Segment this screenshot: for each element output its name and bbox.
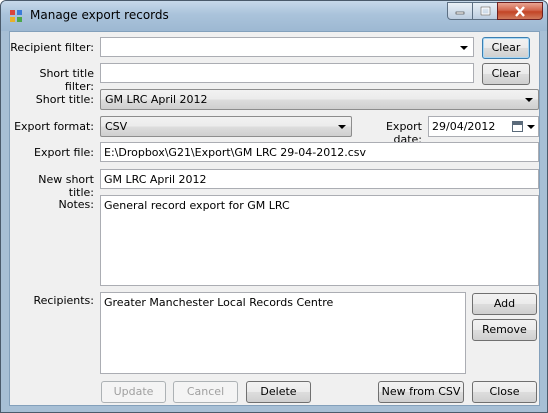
close-button[interactable]: Close [472,381,537,403]
minimize-icon [455,11,465,15]
chevron-down-icon [460,46,468,50]
export-date-value: 29/04/2012 [432,120,496,133]
manage-export-records-window: Manage export records Recipient filter: … [0,0,548,413]
short-title-filter-input[interactable] [100,63,474,83]
close-window-button[interactable] [497,2,543,20]
new-short-title-input[interactable]: GM LRC April 2012 [100,169,539,189]
recipient-filter-combo[interactable] [100,37,474,57]
delete-button[interactable]: Delete [246,381,311,403]
title-bar[interactable]: Manage export records [1,1,547,31]
calendar-icon[interactable] [512,121,523,132]
new-short-title-label: New short title: [38,173,94,199]
update-button[interactable]: Update [101,381,166,403]
form-body: Recipient filter: Clear Short title filt… [9,31,540,406]
recipient-filter-label: Recipient filter: [10,41,94,54]
export-date-picker[interactable]: 29/04/2012 [428,116,539,137]
export-file-input[interactable]: E:\Dropbox\G21\Export\GM LRC 29-04-2012.… [100,142,539,162]
short-title-filter-label: Short title filter: [39,67,94,93]
app-icon [10,10,22,22]
short-title-label: Short title: [35,93,94,106]
notes-textarea[interactable]: General record export for GM LRC [100,195,539,286]
maximize-button[interactable] [472,2,498,20]
short-title-value: GM LRC April 2012 [105,93,208,106]
notes-label: Notes: [58,198,94,211]
export-format-dropdown[interactable]: CSV [100,116,352,137]
add-recipient-button[interactable]: Add [472,293,537,315]
window-title: Manage export records [30,8,169,22]
minimize-button[interactable] [447,2,473,20]
notes-value: General record export for GM LRC [104,199,290,212]
recipients-list[interactable]: Greater Manchester Local Records Centre [100,292,466,374]
new-from-csv-button[interactable]: New from CSV [378,381,464,403]
close-icon [515,5,525,17]
export-file-label: Export file: [34,146,94,159]
maximize-icon [480,6,490,16]
chevron-down-icon[interactable] [527,125,535,129]
short-title-dropdown[interactable]: GM LRC April 2012 [100,89,539,110]
clear-short-title-filter-button[interactable]: Clear [482,63,530,85]
recipients-label: Recipients: [33,294,94,307]
clear-recipient-filter-button[interactable]: Clear [482,37,530,59]
chevron-down-icon [525,98,533,102]
cancel-button[interactable]: Cancel [173,381,238,403]
chevron-down-icon [338,125,346,129]
export-format-label: Export format: [14,120,94,133]
export-format-value: CSV [105,120,128,133]
export-file-value: E:\Dropbox\G21\Export\GM LRC 29-04-2012.… [104,146,366,159]
list-item[interactable]: Greater Manchester Local Records Centre [104,296,333,309]
new-short-title-value: GM LRC April 2012 [104,173,207,186]
remove-recipient-button[interactable]: Remove [472,319,537,341]
